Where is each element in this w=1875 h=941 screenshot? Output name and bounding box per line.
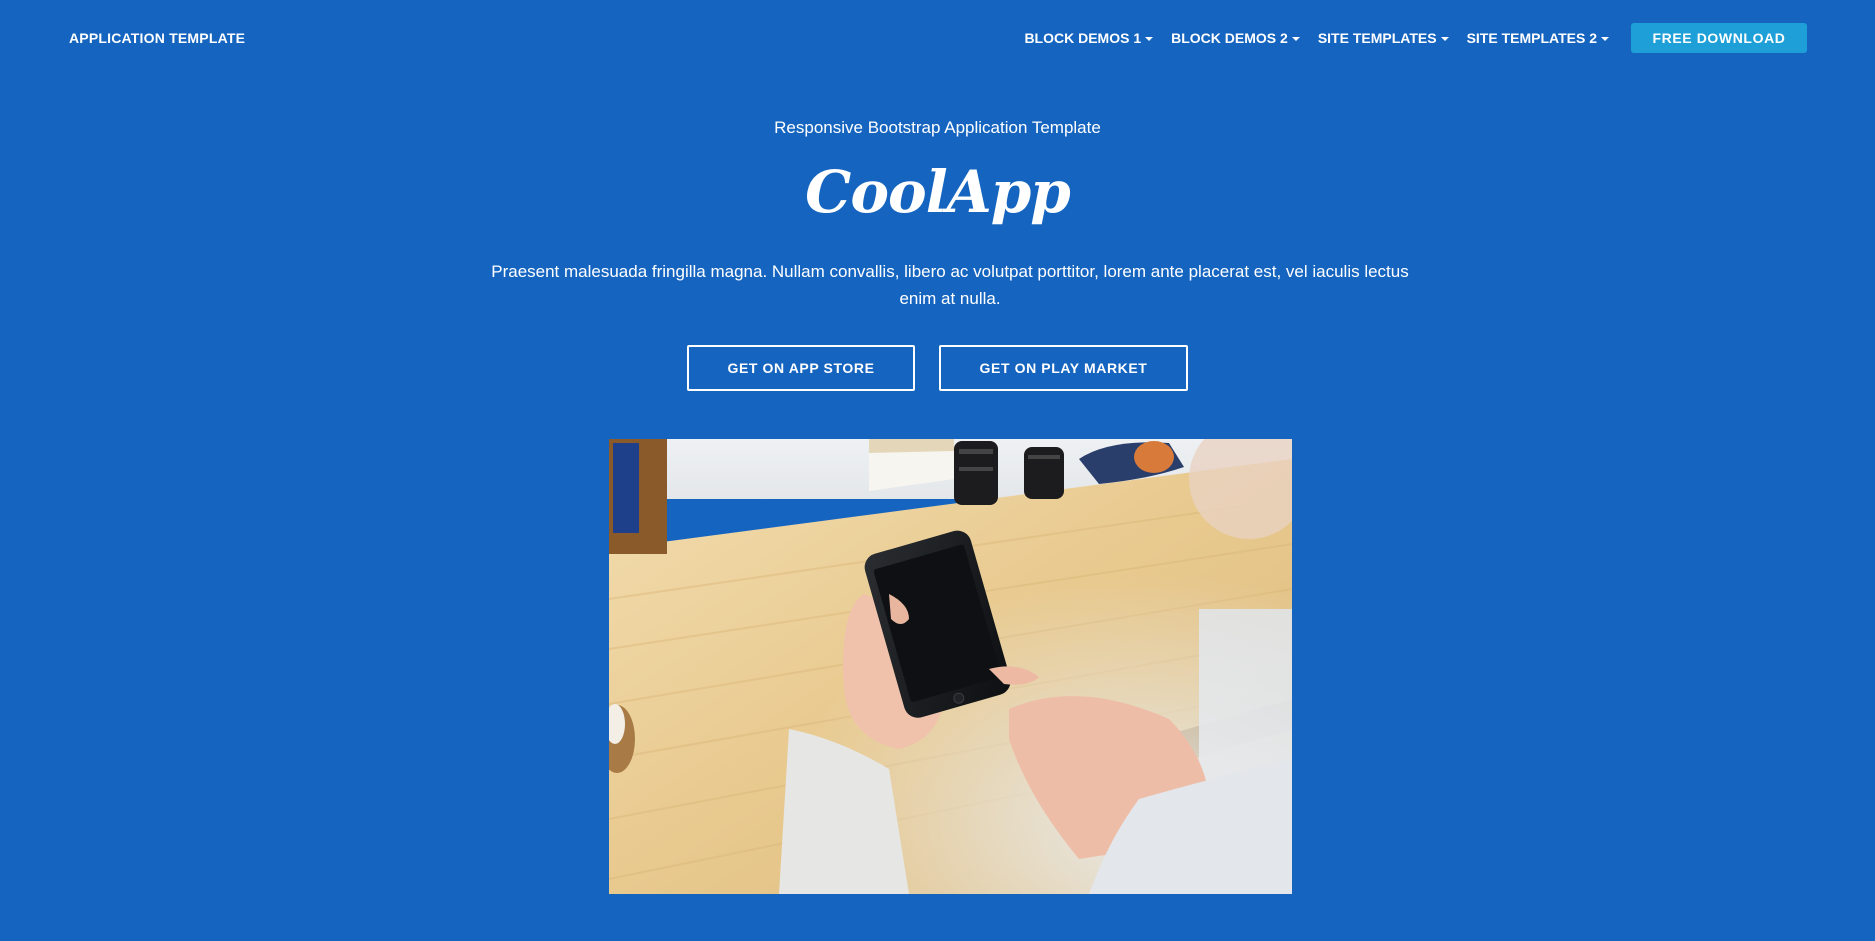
- app-title: CoolApp: [805, 158, 1071, 226]
- free-download-button[interactable]: FREE DOWNLOAD: [1631, 23, 1807, 53]
- hero-description: Praesent malesuada fringilla magna. Null…: [491, 262, 1409, 308]
- brand-link[interactable]: APPLICATION TEMPLATE: [69, 30, 245, 46]
- nav-menu: BLOCK DEMOS 1 BLOCK DEMOS 2 SITE TEMPLAT…: [1024, 23, 1807, 53]
- nav-item-label: SITE TEMPLATES: [1317, 30, 1437, 46]
- top-navbar: APPLICATION TEMPLATE BLOCK DEMOS 1 BLOCK…: [0, 0, 1875, 76]
- hands-phone-photo: [609, 439, 1292, 894]
- nav-item-site-templates-2[interactable]: SITE TEMPLATES 2: [1467, 30, 1609, 46]
- caret-down-icon: [1440, 36, 1449, 41]
- cta-buttons: GET ON APP STORE GET ON PLAY MARKET: [0, 345, 1875, 391]
- nav-item-label: BLOCK DEMOS 1: [1024, 30, 1142, 46]
- nav-item-block-demos-1[interactable]: BLOCK DEMOS 1: [1024, 30, 1154, 46]
- caret-down-icon: [1145, 36, 1154, 41]
- caret-down-icon: [1291, 36, 1300, 41]
- hero-image: [609, 439, 1292, 894]
- play-market-button[interactable]: GET ON PLAY MARKET: [939, 345, 1188, 391]
- nav-item-block-demos-2[interactable]: BLOCK DEMOS 2: [1171, 30, 1300, 46]
- app-store-button[interactable]: GET ON APP STORE: [687, 345, 915, 391]
- nav-item-label: SITE TEMPLATES 2: [1466, 30, 1597, 46]
- hero-subtitle: Responsive Bootstrap Application Templat…: [774, 118, 1101, 137]
- nav-item-label: BLOCK DEMOS 2: [1171, 30, 1288, 46]
- caret-down-icon: [1601, 36, 1609, 41]
- nav-item-site-templates[interactable]: SITE TEMPLATES: [1318, 30, 1449, 46]
